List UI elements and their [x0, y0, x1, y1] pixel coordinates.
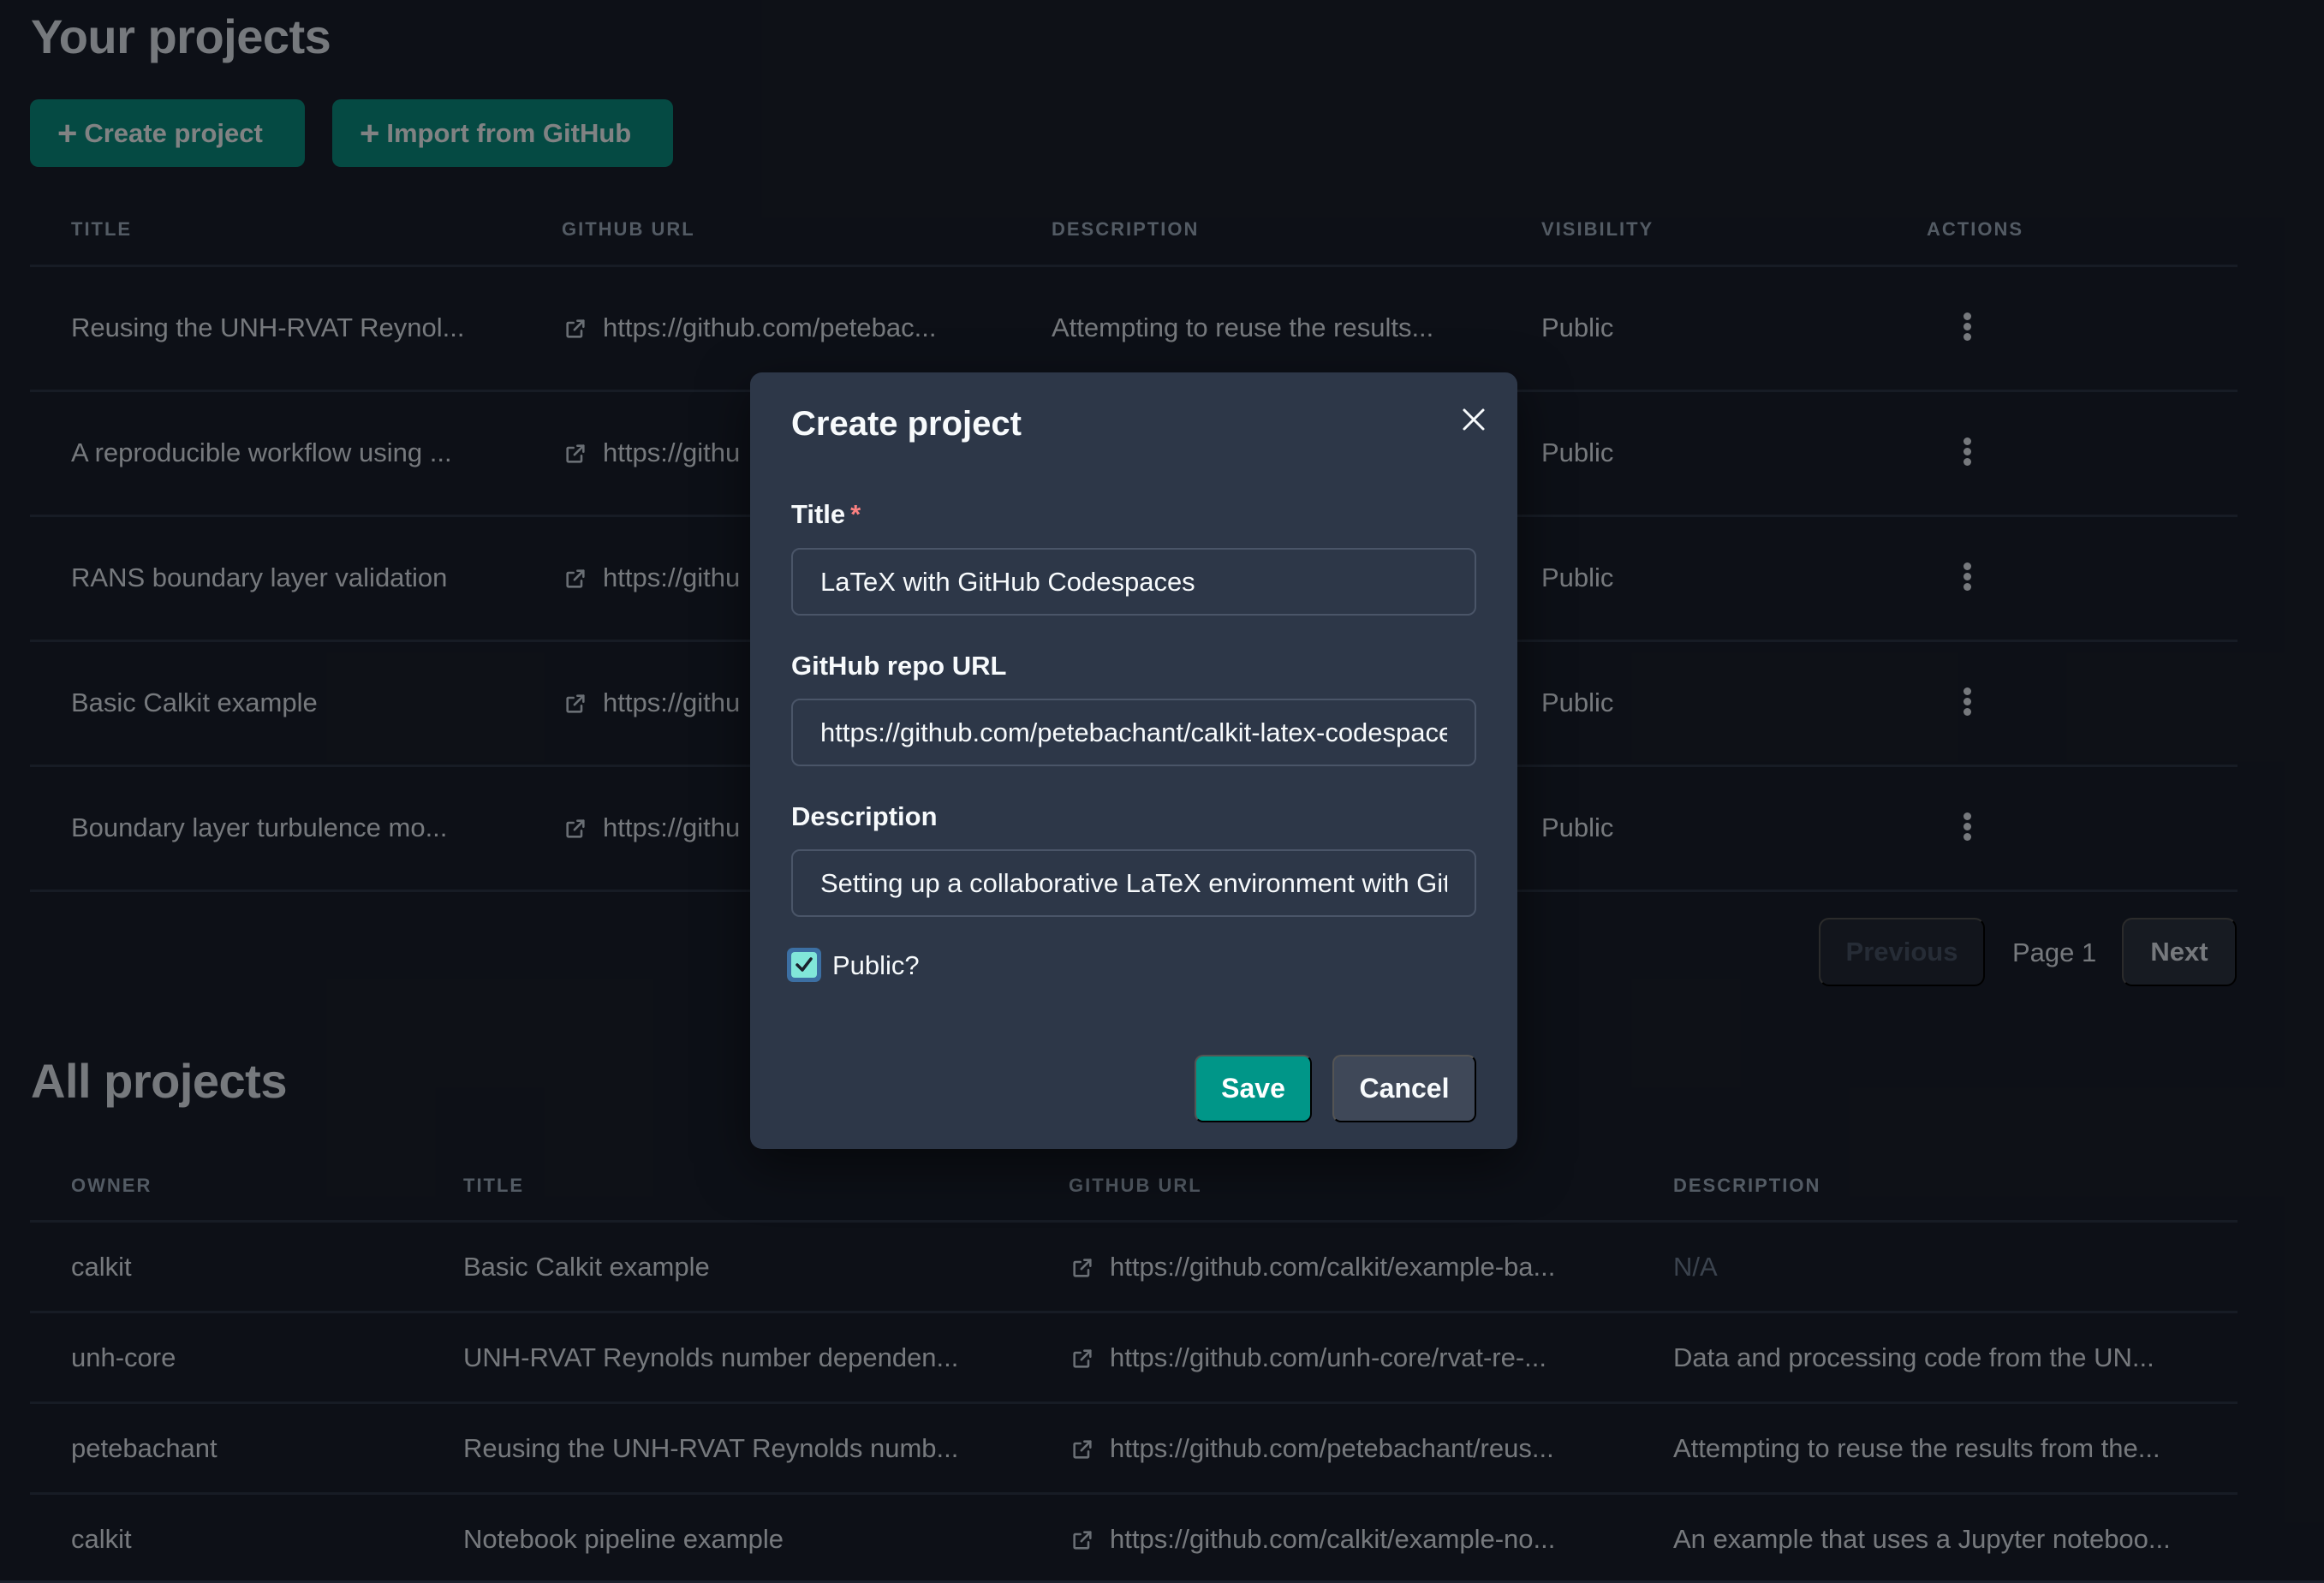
checkmark-icon: [796, 957, 813, 972]
description-input[interactable]: [791, 849, 1476, 917]
close-icon: [1463, 408, 1485, 431]
github-repo-url-input[interactable]: [791, 699, 1476, 766]
public-checkbox-label[interactable]: Public?: [832, 950, 920, 981]
title-field-label: Title *: [791, 499, 861, 530]
title-label-text: Title: [791, 499, 846, 529]
title-input[interactable]: [791, 548, 1476, 616]
cancel-button[interactable]: Cancel: [1332, 1055, 1476, 1122]
create-project-modal: Create project Title* GitHub repo URL De…: [750, 372, 1517, 1149]
required-marker: *: [850, 499, 861, 529]
github-repo-url-label: GitHub repo URL: [791, 651, 1007, 681]
description-label: Description: [791, 801, 938, 831]
modal-title: Create project: [791, 405, 1022, 443]
close-button[interactable]: [1452, 398, 1495, 441]
save-button[interactable]: Save: [1195, 1055, 1312, 1122]
public-checkbox[interactable]: [787, 948, 821, 982]
